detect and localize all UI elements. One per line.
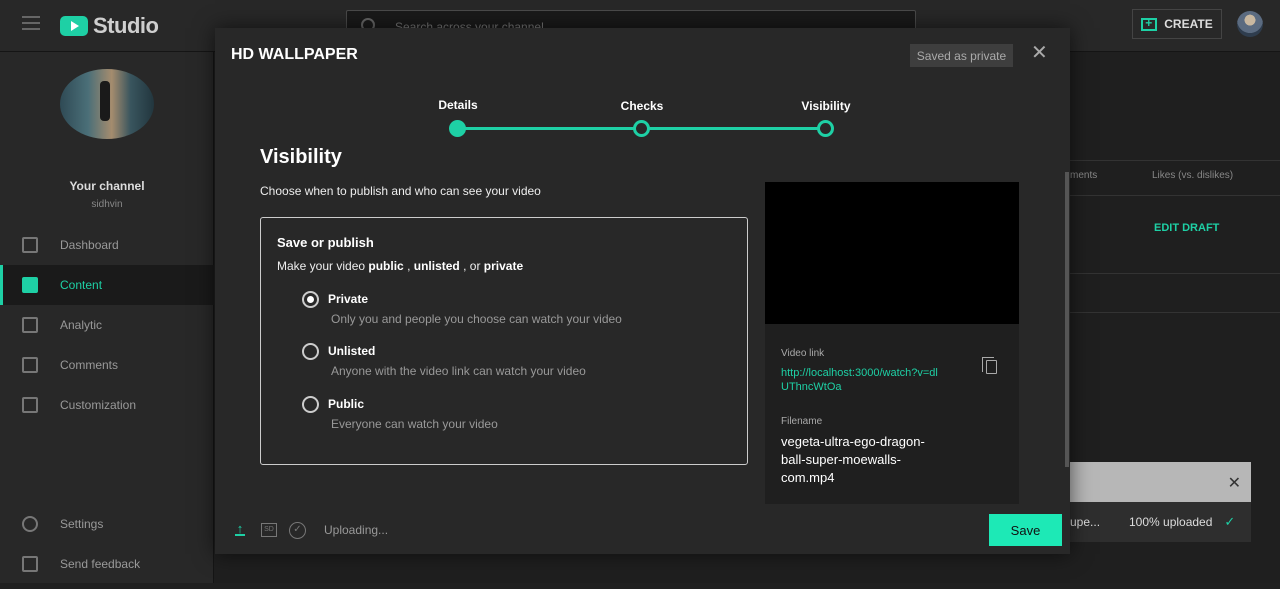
bottom-strip: [0, 583, 1280, 589]
sd-icon: SD: [261, 523, 277, 537]
edit-draft-link[interactable]: EDIT DRAFT: [1154, 222, 1219, 234]
toast-file-name: upe...: [1070, 515, 1101, 529]
analytics-icon: [22, 317, 38, 333]
section-title: Visibility: [260, 146, 342, 168]
feedback-icon: [22, 556, 38, 572]
sidebar-item-label: Customization: [60, 398, 137, 412]
sidebar: Your channel sidhvin Dashboard Content A…: [0, 52, 214, 589]
studio-logo[interactable]: Studio: [60, 13, 159, 39]
scrollbar[interactable]: [1065, 172, 1069, 467]
radio-unlisted[interactable]: [302, 343, 319, 360]
sidebar-item-settings[interactable]: Settings: [0, 504, 214, 544]
close-icon[interactable]: ✕: [1228, 473, 1241, 493]
toast-body: upe... 100% uploaded ✓: [1070, 502, 1251, 542]
toast-header: ✕: [1070, 462, 1251, 502]
divider: [1070, 195, 1280, 196]
save-button[interactable]: Save: [989, 514, 1062, 546]
checks-icon: ✓: [289, 522, 306, 539]
menu-icon[interactable]: [22, 16, 40, 30]
sidebar-item-content[interactable]: Content: [0, 265, 214, 305]
step-details-label[interactable]: Details: [438, 98, 477, 112]
account-avatar[interactable]: [1237, 11, 1263, 37]
sidebar-item-label: Settings: [60, 517, 104, 531]
create-button[interactable]: CREATE: [1132, 9, 1222, 39]
divider: [1070, 273, 1280, 274]
create-label: CREATE: [1164, 17, 1213, 31]
sidebar-item-analytics[interactable]: Analytic: [0, 305, 214, 345]
video-link[interactable]: http://localhost:3000/watch?v=dlUThncWtO…: [781, 366, 941, 394]
step-checks-dot[interactable]: [633, 120, 650, 137]
upload-icon: ↑: [235, 521, 245, 536]
step-checks-label[interactable]: Checks: [621, 99, 664, 113]
channel-name: sidhvin: [91, 199, 123, 210]
saved-status-badge: Saved as private: [910, 44, 1013, 67]
video-link-label: Video link: [781, 348, 825, 359]
close-icon[interactable]: ✕: [1031, 42, 1048, 64]
option-description: Anyone with the video link can watch you…: [331, 364, 586, 378]
section-subtitle: Choose when to publish and who can see y…: [260, 184, 541, 198]
option-description: Everyone can watch your video: [331, 417, 498, 431]
step-details-dot[interactable]: [449, 120, 466, 137]
channel-title: Your channel: [69, 179, 145, 193]
panel-title: Save or publish: [277, 235, 374, 250]
create-video-icon: [1141, 16, 1158, 31]
filename-label: Filename: [781, 416, 823, 427]
copy-icon[interactable]: [982, 357, 997, 374]
sidebar-item-label: Analytic: [60, 318, 103, 332]
upload-dialog: HD WALLPAPER Saved as private ✕ Details …: [215, 28, 1070, 554]
sidebar-item-label: Dashboard: [60, 238, 119, 252]
content-icon: [22, 277, 38, 293]
gear-icon: [22, 516, 38, 532]
option-label: Unlisted: [328, 344, 376, 358]
divider: [1070, 160, 1280, 161]
option-description: Only you and people you choose can watch…: [331, 312, 622, 326]
sidebar-item-label: Send feedback: [60, 557, 141, 571]
sidebar-item-customization[interactable]: Customization: [0, 385, 214, 425]
sidebar-item-label: Comments: [60, 358, 119, 372]
option-label: Public: [328, 397, 365, 411]
step-connector: [458, 127, 642, 130]
sidebar-item-feedback[interactable]: Send feedback: [0, 544, 214, 584]
sidebar-item-dashboard[interactable]: Dashboard: [0, 225, 214, 265]
radio-private[interactable]: [302, 291, 319, 308]
channel-avatar[interactable]: [60, 69, 154, 139]
comments-icon: [22, 357, 38, 373]
video-player[interactable]: [765, 182, 1019, 324]
column-header-comments: ments: [1070, 170, 1098, 181]
check-icon: ✓: [1224, 514, 1236, 529]
video-preview-card: Video link http://localhost:3000/watch?v…: [765, 182, 1019, 504]
divider: [1070, 312, 1280, 313]
save-or-publish-panel: Save or publish Make your video public ,…: [260, 217, 748, 465]
customization-icon: [22, 397, 38, 413]
upload-toast: ✕ upe... 100% uploaded ✓: [1070, 462, 1251, 542]
dashboard-icon: [22, 237, 38, 253]
upload-stepper: Details Checks Visibility: [215, 96, 1070, 146]
sidebar-item-label: Content: [60, 278, 103, 292]
play-logo-icon: [60, 16, 88, 36]
sidebar-item-comments[interactable]: Comments: [0, 345, 214, 385]
radio-public[interactable]: [302, 396, 319, 413]
upload-status: Uploading...: [324, 523, 389, 537]
dialog-title: HD WALLPAPER: [231, 46, 358, 63]
step-visibility-label[interactable]: Visibility: [801, 99, 850, 113]
step-connector: [642, 127, 826, 130]
option-label: Private: [328, 292, 369, 306]
step-visibility-dot[interactable]: [817, 120, 834, 137]
toast-progress: 100% uploaded: [1129, 515, 1213, 529]
panel-subtitle: Make your video public , unlisted , or p…: [277, 259, 524, 273]
logo-text: Studio: [93, 13, 159, 38]
filename-value: vegeta-ultra-ego-dragon-ball-super-moewa…: [781, 434, 925, 485]
column-header-likes: Likes (vs. dislikes): [1152, 170, 1234, 181]
